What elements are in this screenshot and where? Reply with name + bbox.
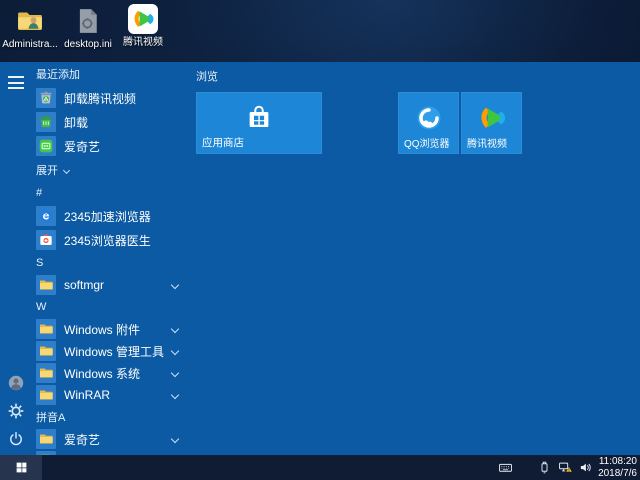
- tile-qq-browser[interactable]: QQ浏览器: [398, 92, 459, 154]
- clock-date: 2018/7/6: [598, 468, 637, 480]
- desktop-icon-label: Administra...: [2, 39, 58, 50]
- settings-button[interactable]: [7, 402, 25, 420]
- windows-logo-icon: [15, 461, 28, 474]
- usb-device-icon[interactable]: [537, 460, 552, 475]
- desktop-icon-label: desktop.ini: [64, 39, 112, 50]
- tile-group-label[interactable]: 浏览: [196, 68, 218, 84]
- chevron-down-icon: [171, 325, 179, 333]
- chevron-down-icon: [171, 347, 179, 355]
- taskbar-clock[interactable]: 11:08:20 2018/7/6: [598, 456, 637, 479]
- store-icon: [244, 103, 274, 133]
- section-header-pinyin-a[interactable]: 拼音A: [36, 406, 186, 428]
- uninstall-tencent-video-icon: [36, 88, 56, 108]
- section-header-hash[interactable]: #: [36, 182, 186, 204]
- menu-hamburger-button[interactable]: [8, 76, 24, 89]
- app-item-winrar[interactable]: WinRAR: [36, 384, 186, 406]
- app-item-2345-browser[interactable]: 2345加速浏览器: [36, 204, 186, 228]
- volume-icon[interactable]: [579, 460, 594, 475]
- app-item-iqiyi-folder[interactable]: 爱奇艺: [36, 428, 186, 450]
- chevron-down-icon: [63, 167, 70, 174]
- 2345-doctor-icon: [36, 230, 56, 250]
- chevron-down-icon: [171, 435, 179, 443]
- desktop-icon-tencent-video[interactable]: 腾讯视频: [118, 4, 168, 50]
- uninstall-icon: [36, 112, 56, 132]
- touch-keyboard-icon[interactable]: [498, 460, 513, 475]
- user-folder-icon: [15, 6, 45, 36]
- section-header-w[interactable]: W: [36, 296, 186, 318]
- start-menu-rail: [0, 62, 32, 455]
- app-item-iqiyi-recent[interactable]: 爱奇艺: [36, 134, 186, 158]
- app-item-windows-accessories[interactable]: Windows 附件: [36, 318, 186, 340]
- start-menu: 最近添加 卸载腾讯视频 卸载 爱奇艺 展开 # 2345加: [0, 62, 640, 455]
- ini-file-icon: [73, 6, 103, 36]
- 2345-browser-icon: [36, 206, 56, 226]
- screen: Administra... desktop.ini 腾讯视频 最近添加: [0, 0, 640, 480]
- network-warning-icon[interactable]: [558, 460, 573, 475]
- folder-icon: [36, 363, 56, 383]
- user-account-button[interactable]: [7, 374, 25, 392]
- power-button[interactable]: [7, 430, 25, 448]
- folder-icon: [36, 319, 56, 339]
- desktop-icon-administrator[interactable]: Administra...: [2, 4, 58, 50]
- expand-row: 展开: [36, 158, 186, 182]
- start-button[interactable]: [0, 455, 42, 480]
- folder-icon: [36, 385, 56, 405]
- section-header-s[interactable]: S: [36, 252, 186, 274]
- chevron-down-icon: [171, 369, 179, 377]
- app-item-softmgr[interactable]: softmgr: [36, 274, 186, 296]
- tencent-video-icon: [477, 103, 507, 133]
- tencent-video-icon: [128, 4, 158, 34]
- chevron-down-icon: [171, 281, 179, 289]
- qq-browser-icon: [414, 103, 444, 133]
- tile-tencent-video[interactable]: 腾讯视频: [461, 92, 522, 154]
- taskbar: 11:08:20 2018/7/6: [0, 455, 640, 480]
- app-item-windows-system[interactable]: Windows 系统: [36, 362, 186, 384]
- app-list: 最近添加 卸载腾讯视频 卸载 爱奇艺 展开 # 2345加: [36, 62, 186, 455]
- desktop-icon-area: Administra... desktop.ini 腾讯视频: [2, 4, 168, 50]
- folder-icon: [36, 275, 56, 295]
- app-item-2345-doctor[interactable]: 2345浏览器医生: [36, 228, 186, 252]
- system-tray: [492, 455, 594, 480]
- folder-icon: [36, 341, 56, 361]
- folder-icon: [36, 429, 56, 449]
- app-item-uninstall-tencent-video[interactable]: 卸载腾讯视频: [36, 86, 186, 110]
- app-item-windows-admin-tools[interactable]: Windows 管理工具: [36, 340, 186, 362]
- recent-header: 最近添加: [36, 62, 186, 86]
- app-item-uninstall[interactable]: 卸载: [36, 110, 186, 134]
- iqiyi-icon: [36, 136, 56, 156]
- expand-button[interactable]: 展开: [36, 162, 69, 178]
- desktop-icon-label: 腾讯视频: [123, 37, 163, 48]
- desktop-icon-desktop-ini[interactable]: desktop.ini: [58, 4, 118, 50]
- tile-app-store[interactable]: 应用商店: [196, 92, 322, 154]
- clock-time: 11:08:20: [598, 456, 637, 468]
- chevron-down-icon: [171, 391, 179, 399]
